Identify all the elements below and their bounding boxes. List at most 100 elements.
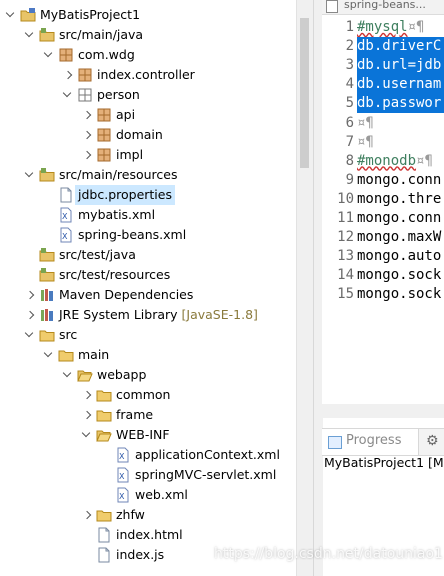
tree-item-label: src/main/resources <box>59 167 178 182</box>
tree-item[interactable]: MyBatisProject1 <box>0 5 296 25</box>
chevron-right-icon[interactable] <box>61 65 75 85</box>
code-line[interactable]: mongo.thre <box>357 190 444 209</box>
tree-item-label: WEB-INF <box>116 427 170 442</box>
code-line[interactable]: #monodb¤¶ <box>357 152 444 171</box>
file-icon <box>96 547 112 563</box>
code-text: db.passwor <box>357 95 442 112</box>
code-line[interactable]: mongo.conn <box>357 171 444 190</box>
editor-tab[interactable]: spring-beans... <box>322 0 444 15</box>
tree-item[interactable]: frame <box>0 405 296 425</box>
chevron-right-icon[interactable] <box>23 305 37 325</box>
chevron-down-icon[interactable] <box>4 5 18 25</box>
tree-item[interactable]: src/test/java <box>0 245 296 265</box>
tree-item[interactable]: webapp <box>0 365 296 385</box>
code-line[interactable]: mongo.maxW <box>357 228 444 247</box>
tree-item[interactable]: person <box>0 85 296 105</box>
tree-item-label: domain <box>116 127 163 142</box>
tree-item-label: person <box>97 87 140 102</box>
tree-item-label: JRE System Library [JavaSE-1.8] <box>59 307 258 322</box>
tree-item[interactable]: common <box>0 385 296 405</box>
chevron-down-icon[interactable] <box>42 45 56 65</box>
tree-item[interactable]: index.html <box>0 525 296 545</box>
xml-file-icon: X <box>115 447 131 463</box>
chevron-down-icon[interactable] <box>61 365 75 385</box>
code-line[interactable]: mongo.auto <box>357 247 444 266</box>
chevron-down-icon[interactable] <box>42 345 56 365</box>
tree-item-label: main <box>78 347 110 362</box>
code-line[interactable]: db.usernam <box>357 75 444 95</box>
xml-file-icon: X <box>58 227 74 243</box>
tree-item[interactable]: WEB-INF <box>0 425 296 445</box>
tree-item[interactable]: domain <box>0 125 296 145</box>
folder-icon <box>58 347 74 363</box>
code-line[interactable]: db.driverC <box>357 37 444 57</box>
tree-item[interactable]: src/main/resources <box>0 165 296 185</box>
progress-entry[interactable]: MyBatisProject1 [Ma <box>324 455 444 470</box>
code-line[interactable]: ¤¶ <box>357 133 444 152</box>
chevron-right-icon[interactable] <box>80 145 94 165</box>
chevron-right-icon[interactable] <box>80 385 94 405</box>
code-line[interactable]: mongo.sock <box>357 285 444 304</box>
code-line[interactable]: ¤¶ <box>357 114 444 133</box>
tree-item[interactable]: JRE System Library [JavaSE-1.8] <box>0 305 296 325</box>
tree-item[interactable]: jdbc.properties <box>0 185 296 205</box>
chevron-down-icon[interactable] <box>61 85 75 105</box>
code-text: mongo.auto <box>357 248 442 265</box>
tree-item[interactable]: Xspring-beans.xml <box>0 225 296 245</box>
svg-text:X: X <box>119 492 125 501</box>
code-text: mongo.conn <box>357 210 442 226</box>
tree-item-label: com.wdg <box>78 47 135 62</box>
tree-item[interactable]: main <box>0 345 296 365</box>
package-icon <box>96 147 112 163</box>
tree-item[interactable]: zhfw <box>0 505 296 525</box>
package-icon <box>58 47 74 63</box>
tree-item[interactable]: src <box>0 325 296 345</box>
tree-scrollbar-thumb[interactable] <box>300 18 309 168</box>
chevron-right-icon[interactable] <box>80 105 94 125</box>
code-line[interactable]: db.passwor <box>357 94 444 114</box>
tree-item-label: index.js <box>116 547 165 562</box>
code-line[interactable]: mongo.conn <box>357 209 444 228</box>
code-text: db.driverC <box>357 38 442 55</box>
svg-text:X: X <box>119 452 125 461</box>
tree-item[interactable]: XapplicationContext.xml <box>0 445 296 465</box>
chevron-right-icon[interactable] <box>80 125 94 145</box>
line-number: 9 <box>345 171 354 188</box>
code-line[interactable]: db.url=jdb <box>357 56 444 76</box>
tree-item-label: impl <box>116 147 144 162</box>
tree-item[interactable]: com.wdg <box>0 45 296 65</box>
tree-item[interactable]: Xweb.xml <box>0 485 296 505</box>
tree-item-label: applicationContext.xml <box>135 447 280 462</box>
line-number: 11 <box>337 210 354 226</box>
lower-view-tabs: Progress ⚙ <box>322 428 444 456</box>
chevron-down-icon[interactable] <box>23 25 37 45</box>
settings-icon[interactable]: ⚙ <box>426 433 439 449</box>
chevron-right-icon[interactable] <box>80 505 94 525</box>
chevron-down-icon[interactable] <box>80 425 94 445</box>
package-icon <box>96 127 112 143</box>
editor-horizontal-scrollbar[interactable] <box>322 404 444 418</box>
tree-item[interactable]: XspringMVC-servlet.xml <box>0 465 296 485</box>
tree-item[interactable]: impl <box>0 145 296 165</box>
file-icon <box>58 187 74 203</box>
tree-item[interactable]: src/main/java <box>0 25 296 45</box>
tree-item[interactable]: api <box>0 105 296 125</box>
open-folder-icon <box>77 367 93 383</box>
tree-item[interactable]: Xmybatis.xml <box>0 205 296 225</box>
chevron-right-icon[interactable] <box>23 285 37 305</box>
chevron-down-icon[interactable] <box>23 165 37 185</box>
code-line[interactable]: mongo.sock <box>357 266 444 285</box>
tab-progress-label: Progress <box>346 433 402 448</box>
code-text: mongo.sock <box>357 267 442 284</box>
line-number: 1 <box>345 19 354 35</box>
code-text: mongo.conn <box>357 171 442 188</box>
tree-item-label: jdbc.properties <box>75 185 175 205</box>
tree-item[interactable]: Maven Dependencies <box>0 285 296 305</box>
code-line[interactable]: #mysql¤¶ <box>357 18 444 37</box>
tree-item-label: springMVC-servlet.xml <box>135 467 277 482</box>
chevron-right-icon[interactable] <box>80 405 94 425</box>
tree-item[interactable]: index.controller <box>0 65 296 85</box>
chevron-down-icon[interactable] <box>23 325 37 345</box>
tree-item[interactable]: src/test/resources <box>0 265 296 285</box>
tab-progress[interactable]: Progress <box>322 429 419 455</box>
